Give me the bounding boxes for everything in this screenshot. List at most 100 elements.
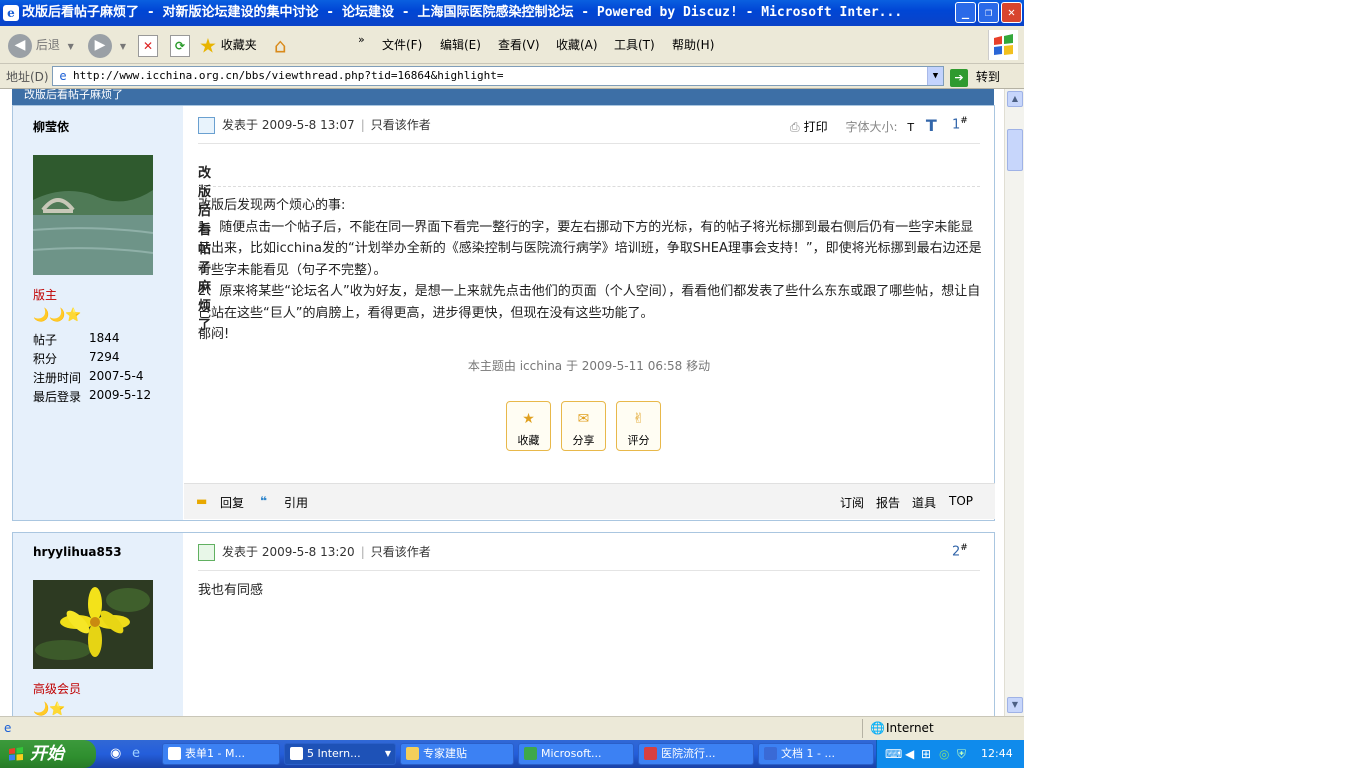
- taskbar-item-ie-group[interactable]: 5 Intern... ▼: [284, 743, 396, 765]
- sync-icon[interactable]: ◎: [939, 740, 949, 768]
- taskbar-item-folder[interactable]: 专家建贴: [400, 743, 514, 765]
- post-1-moved-note: 本主题由 icchina 于 2009-5-11 06:58 移动: [467, 359, 711, 373]
- post-2-username[interactable]: hryylihua853: [33, 545, 122, 559]
- menu-edit[interactable]: 编辑(E): [440, 31, 481, 59]
- refresh-button[interactable]: ⟳: [170, 31, 190, 59]
- folder-icon: [406, 747, 419, 760]
- share-label: 分享: [572, 434, 595, 447]
- status-bar: e 🌐 Internet: [0, 716, 1024, 740]
- quote-link[interactable]: 引用: [284, 494, 308, 511]
- address-input[interactable]: e http://www.icchina.org.cn/bbs/viewthre…: [52, 66, 944, 86]
- go-label: 转到: [975, 70, 1000, 84]
- close-button[interactable]: ✕: [1001, 2, 1022, 23]
- page-viewport[interactable]: 改版后看帖子麻烦了 柳莹依 版主 🌙🌙⭐ 帖子 1844 积分 7294 注册时…: [0, 89, 1004, 716]
- home-icon: ⌂: [274, 33, 287, 58]
- go-button[interactable]: ➔ 转到: [950, 67, 1000, 87]
- stat-label: 积分: [33, 352, 58, 366]
- clock[interactable]: 12:44: [981, 740, 1013, 768]
- quick-launch-explorer-icon[interactable]: ◉: [110, 746, 121, 761]
- scroll-up-arrow-icon[interactable]: ▲: [1007, 91, 1023, 107]
- scroll-thumb[interactable]: [1007, 129, 1023, 171]
- stop-button[interactable]: ✕: [138, 31, 158, 59]
- address-dropdown-icon[interactable]: ▼: [927, 67, 943, 85]
- toolbar: ◀ 后退 ▼ ▶ ▼ ✕ ⟳ ★ 收藏夹 ⌂ » 文件(F) 编辑(E) 查看(…: [0, 26, 1024, 64]
- minimize-button[interactable]: _: [955, 2, 976, 23]
- stat-value: 7294: [89, 350, 120, 364]
- post-2-floor-number[interactable]: 2#: [952, 543, 968, 559]
- back-dropdown-icon[interactable]: ▼: [68, 42, 74, 51]
- taskbar-item-form[interactable]: 表单1 - M...: [162, 743, 280, 765]
- quick-launch-ie-icon[interactable]: e: [132, 746, 140, 761]
- security-zone-label: Internet: [886, 721, 934, 735]
- scroll-down-arrow-icon[interactable]: ▼: [1007, 697, 1023, 713]
- ie-app-icon: [290, 747, 303, 760]
- font-big-button[interactable]: T: [926, 116, 937, 135]
- print-link[interactable]: 打印: [804, 120, 828, 134]
- network-icon[interactable]: ⊞: [921, 740, 931, 768]
- post-status-icon: [198, 544, 215, 561]
- subscribe-link[interactable]: 订阅: [840, 494, 864, 511]
- divider: [198, 570, 980, 571]
- stat-label: 帖子: [33, 333, 58, 347]
- stat-value: 2009-5-12: [89, 388, 152, 402]
- post-status-icon: [198, 117, 215, 134]
- vertical-scrollbar[interactable]: ▲ ▼: [1004, 89, 1024, 716]
- body-line: 2、原来将某些“论坛名人”收为好友，是想一上来就先点击他们的页面（个人空间），看…: [198, 284, 981, 321]
- ie-logo-icon: e: [3, 5, 19, 21]
- forward-button[interactable]: ▶ ▼: [88, 31, 126, 59]
- address-label: 地址(D): [6, 70, 49, 84]
- only-author-link[interactable]: 只看该作者: [371, 545, 431, 559]
- start-label: 开始: [30, 744, 64, 764]
- shield-icon[interactable]: ⛨: [957, 740, 966, 768]
- post-2-posted-time: 发表于 2009-5-8 13:20: [222, 545, 355, 559]
- post-1-body: 改版后发现两个烦心的事: 1、随便点击一个帖子后，不能在同一界面下看完一整行的字…: [198, 195, 982, 346]
- props-link[interactable]: 道具: [912, 494, 936, 511]
- post-1-meta: 发表于 2009-5-8 13:07 | 只看该作者: [198, 116, 431, 134]
- task-label: 专家建贴: [423, 747, 467, 760]
- post-2-avatar[interactable]: [33, 580, 153, 669]
- top-link[interactable]: TOP: [949, 494, 973, 508]
- menu-view[interactable]: 查看(V): [498, 31, 540, 59]
- quote-icon: ❝: [260, 494, 268, 508]
- keyboard-icon[interactable]: ⌨: [885, 740, 902, 768]
- favorites-button[interactable]: ★ 收藏夹: [199, 31, 257, 59]
- menu-favorites[interactable]: 收藏(A): [556, 31, 598, 59]
- post-2-body: 我也有同感: [198, 583, 264, 598]
- start-button[interactable]: 开始: [0, 740, 96, 768]
- forward-dropdown-icon[interactable]: ▼: [120, 42, 126, 51]
- back-button[interactable]: ◀ 后退 ▼: [8, 31, 74, 59]
- windows-logo-icon: [988, 30, 1018, 60]
- menu-help[interactable]: 帮助(H): [672, 31, 714, 59]
- menu-tools[interactable]: 工具(T): [614, 31, 655, 59]
- stat-value: 1844: [89, 331, 120, 345]
- maximize-button[interactable]: ❐: [978, 2, 999, 23]
- rate-button[interactable]: ✌ 评分: [616, 401, 661, 451]
- toolbar-overflow-chevron[interactable]: »: [358, 26, 365, 54]
- taskbar-item-word[interactable]: 文档 1 - ...: [758, 743, 874, 765]
- favorite-button[interactable]: ★ 收藏: [506, 401, 551, 451]
- report-link[interactable]: 报告: [876, 494, 900, 511]
- book-icon: [644, 747, 657, 760]
- title-bar[interactable]: e 改版后看帖子麻烦了 - 对新版论坛建设的集中讨论 - 论坛建设 - 上海国际…: [0, 0, 1024, 26]
- address-bar: 地址(D) e http://www.icchina.org.cn/bbs/vi…: [0, 64, 1024, 89]
- post-1-rank-stars-icon: 🌙🌙⭐: [33, 308, 82, 323]
- windows-flag-icon: [9, 747, 23, 761]
- body-line: 郁闷!: [198, 327, 230, 342]
- share-button[interactable]: ✉ 分享: [561, 401, 606, 451]
- taskbar-item-excel[interactable]: Microsoft...: [518, 743, 634, 765]
- only-author-link[interactable]: 只看该作者: [371, 118, 431, 132]
- post-1-floor-number[interactable]: 1#: [952, 116, 968, 132]
- tray-expand-icon[interactable]: ◀: [905, 740, 914, 768]
- menu-file[interactable]: 文件(F): [382, 31, 422, 59]
- taskbar-item-book[interactable]: 医院流行...: [638, 743, 754, 765]
- favorite-label: 收藏: [517, 434, 540, 447]
- font-small-button[interactable]: T: [907, 121, 914, 134]
- reply-link[interactable]: 回复: [220, 494, 244, 511]
- stat-label: 最后登录: [33, 390, 82, 404]
- post-1-username[interactable]: 柳莹依: [33, 118, 69, 135]
- post-1-avatar[interactable]: [32, 155, 154, 275]
- home-button[interactable]: ⌂: [274, 31, 287, 59]
- task-label: Microsoft...: [541, 747, 602, 760]
- post-1-role: 版主: [33, 288, 58, 302]
- post-2-meta: 发表于 2009-5-8 13:20 | 只看该作者: [198, 543, 431, 561]
